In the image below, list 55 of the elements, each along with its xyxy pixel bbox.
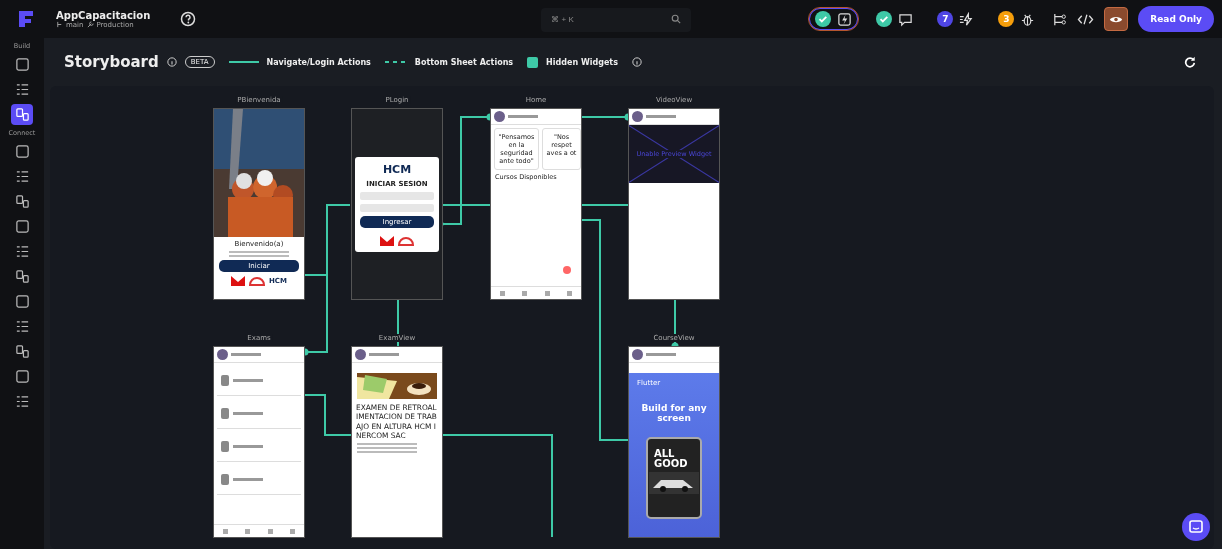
preview-button[interactable] [1104, 7, 1129, 31]
layers-icon [14, 194, 30, 209]
helmet-logo-icon [249, 276, 265, 286]
chat-icon [898, 11, 914, 27]
dashed-line-icon [384, 60, 407, 64]
square-icon [14, 57, 30, 72]
refresh-icon[interactable] [1184, 56, 1196, 68]
square-icon [14, 219, 30, 234]
promo-text: ALL GOOD [654, 449, 689, 469]
list-icon [14, 169, 30, 184]
storyboard-title: Storyboard [64, 53, 159, 71]
project-name: AppCapacitacion [56, 9, 151, 21]
lightning-icon [959, 11, 975, 27]
add-button[interactable] [563, 266, 571, 274]
layers-icon [14, 269, 30, 284]
search-icon [671, 14, 682, 24]
list-icon [14, 82, 30, 97]
legend-label: Hidden Widgets [546, 57, 618, 67]
legend-label: Navigate/Login Actions [266, 57, 371, 67]
list-icon [14, 244, 30, 259]
count-badge: 7 [937, 11, 954, 27]
wrench-icon [86, 21, 94, 28]
layers-icon [14, 344, 30, 359]
square-icon [14, 144, 30, 159]
brand-logo-icon [231, 276, 245, 286]
solid-line-icon [228, 60, 259, 64]
screen-preview[interactable] [213, 346, 305, 538]
brand-logo-icon [380, 235, 394, 246]
sidebar-item[interactable] [11, 104, 33, 125]
password-field[interactable] [360, 203, 434, 212]
branch-icon[interactable] [1052, 11, 1068, 27]
branch-icon [56, 21, 63, 28]
email-field[interactable] [360, 191, 434, 200]
helmet-logo-icon [398, 235, 414, 246]
web-heading: Build for any screen [640, 403, 708, 423]
count-badge: 3 [998, 11, 1015, 27]
app-logo-icon[interactable] [16, 9, 36, 29]
info-icon[interactable] [631, 57, 642, 67]
search-field[interactable]: ⌘ + K [541, 7, 692, 32]
check-icon [876, 11, 893, 27]
status-indicator[interactable]: 7 [930, 7, 982, 31]
chat-icon[interactable] [1182, 513, 1210, 541]
list-icon [14, 394, 30, 409]
layers-icon [14, 107, 30, 122]
info-icon[interactable] [166, 57, 177, 67]
company-logo: HCM [382, 162, 412, 176]
hidden-widget-swatch [527, 56, 539, 68]
legend-label: Bottom Sheet Actions [414, 57, 514, 67]
square-icon [14, 369, 30, 384]
list-icon [14, 319, 30, 334]
lightning-icon [837, 11, 853, 27]
read-only-button[interactable]: Read Only [1138, 6, 1214, 32]
square-icon [14, 294, 30, 309]
help-icon[interactable] [180, 11, 197, 27]
check-icon [815, 11, 832, 27]
